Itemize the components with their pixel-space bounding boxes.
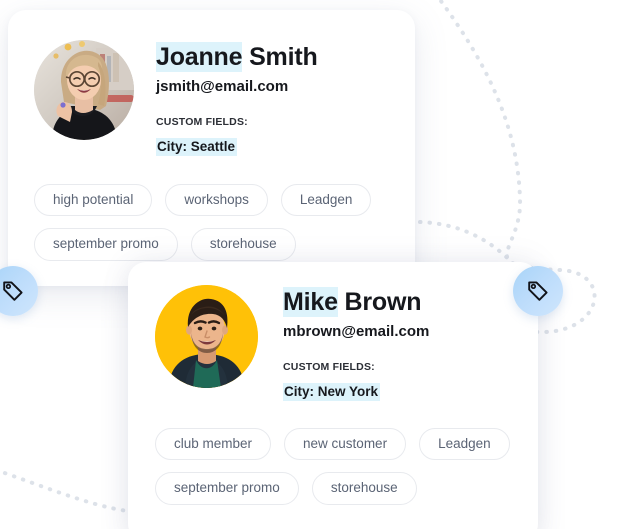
identity-block: Joanne Smith jsmith@email.com CUSTOM FIE… (134, 40, 318, 156)
avatar-mike (155, 285, 258, 388)
person-name-rest: Smith (242, 43, 318, 71)
tag-icon (3, 281, 23, 301)
tag-row: high potential workshops Leadgen (34, 183, 415, 216)
person-name: Mike Brown (283, 287, 429, 317)
person-name-rest: Brown (337, 288, 422, 316)
tag-row: september promo storehouse (155, 472, 538, 505)
avatar-joanne (34, 40, 134, 140)
custom-fields-label: CUSTOM FIELDS: (283, 360, 375, 373)
custom-field-value: City: New York (283, 382, 381, 401)
tag-list: club member new customer Leadgen septemb… (128, 427, 538, 505)
tag-pill[interactable]: storehouse (190, 228, 296, 261)
contact-card-joanne[interactable]: Joanne Smith jsmith@email.com CUSTOM FIE… (8, 10, 415, 286)
custom-field-value: City: Seattle (156, 137, 238, 156)
person-name-highlight: Mike (283, 287, 338, 317)
tag-row: september promo storehouse (34, 228, 415, 261)
tag-icon (528, 281, 548, 301)
tag-pill[interactable]: Leadgen (419, 427, 510, 460)
tag-pill[interactable]: high potential (34, 183, 153, 216)
dotted-path-lower-left (0, 469, 130, 513)
tag-list: high potential workshops Leadgen septemb… (8, 183, 415, 261)
person-name-highlight: Joanne (156, 42, 243, 72)
tag-row: club member new customer Leadgen (155, 427, 538, 460)
identity-block: Mike Brown mbrown@email.com CUSTOM FIELD… (258, 285, 429, 401)
tag-pill[interactable]: storehouse (311, 472, 417, 505)
custom-fields-label: CUSTOM FIELDS: (156, 115, 248, 128)
person-name: Joanne Smith (156, 42, 318, 72)
person-email: mbrown@email.com (283, 322, 430, 340)
person-email: jsmith@email.com (156, 77, 289, 95)
contact-card-mike[interactable]: Mike Brown mbrown@email.com CUSTOM FIELD… (128, 262, 538, 529)
tag-pill[interactable]: club member (155, 427, 272, 460)
card-header: Mike Brown mbrown@email.com CUSTOM FIELD… (128, 262, 538, 401)
tag-pill[interactable]: new customer (284, 427, 407, 460)
tag-pill[interactable]: Leadgen (280, 183, 372, 216)
tag-pill[interactable]: workshops (165, 183, 268, 216)
tag-pill[interactable]: september promo (155, 472, 299, 505)
tag-badge-right[interactable] (513, 266, 563, 316)
card-header: Joanne Smith jsmith@email.com CUSTOM FIE… (8, 10, 415, 156)
tag-pill[interactable]: september promo (34, 228, 178, 261)
